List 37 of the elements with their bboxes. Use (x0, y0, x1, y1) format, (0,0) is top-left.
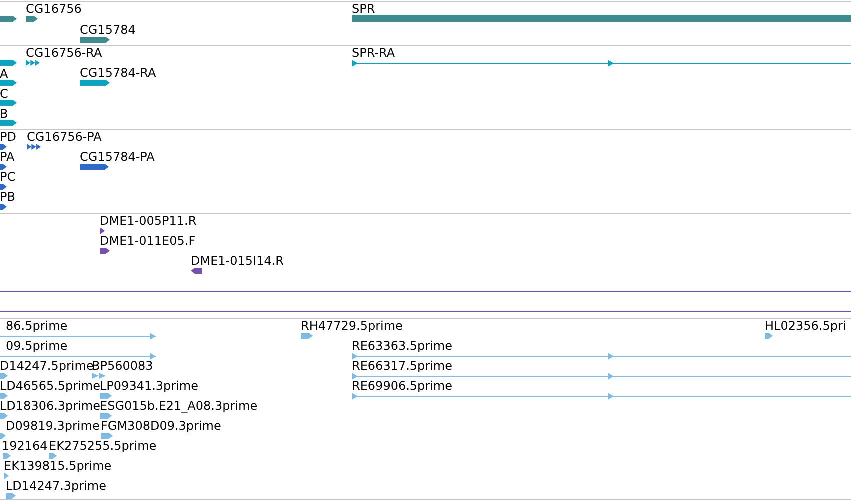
feature-label: DME1-015I14.R (191, 254, 284, 268)
feature-label: CG16756-PA (27, 130, 102, 144)
feature-label: HL02356.5pri (765, 319, 846, 333)
feature-label: SPR (352, 2, 376, 16)
feature-label: D14247.5prime (0, 359, 94, 373)
feature-label: 192164 (2, 439, 48, 453)
feature-label: BP560083 (92, 359, 154, 373)
feature-label: CG16756-RA (26, 46, 102, 60)
feature-label: CG15784-RA (80, 66, 156, 80)
feature-label: EK275255.5prime (49, 439, 157, 453)
feature-label: ESG015b.E21_A08.3prime (100, 399, 258, 413)
feature-label: LD14247.3prime (6, 479, 107, 493)
feature-label: LD46565.5prime (0, 379, 101, 393)
feature-label: C (0, 87, 8, 101)
feature-label: PD (0, 130, 16, 144)
feature-label: SPR-RA (352, 46, 396, 60)
feature-label: CG15784 (80, 23, 136, 37)
feature-label: PA (0, 150, 15, 164)
feature-label: PC (0, 170, 16, 184)
feature-label: DME1-011E05.F (100, 234, 196, 248)
feature-label: EK139815.5prime (4, 459, 112, 473)
feature-label: D09819.3prime (6, 419, 100, 433)
feature-label: FGM308D09.3prime (101, 419, 222, 433)
feature-label: LP09341.3prime (100, 379, 199, 393)
feature-label: RH47729.5prime (301, 319, 403, 333)
feature-label: 86.5prime (6, 319, 68, 333)
feature-label: CG15784-PA (80, 150, 155, 164)
feature-label: PB (0, 190, 16, 204)
feature-label: DME1-005P11.R (100, 214, 197, 228)
feature-label: RE63363.5prime (352, 339, 452, 353)
feature-label: 09.5prime (6, 339, 68, 353)
feature-label: CG16756 (26, 2, 82, 16)
feature-label: RE69906.5prime (352, 379, 452, 393)
feature-label: LD18306.3prime (0, 399, 101, 413)
feature-label: B (0, 107, 8, 121)
feature-label: RE66317.5prime (352, 359, 452, 373)
feature-label: A (0, 67, 8, 81)
